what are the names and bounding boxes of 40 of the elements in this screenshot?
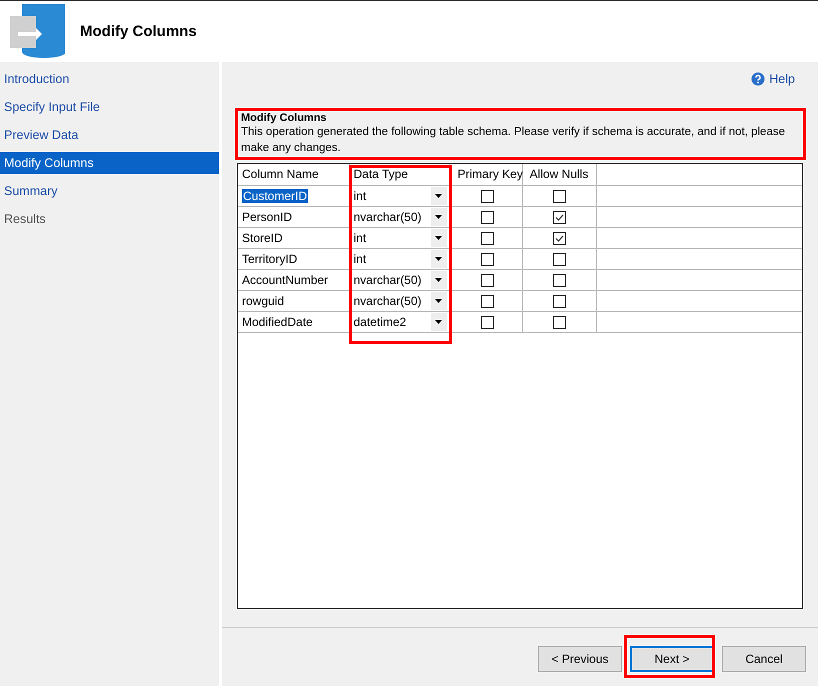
help-icon xyxy=(751,72,766,86)
column-header[interactable]: Data Type xyxy=(349,164,449,185)
table-cell[interactable]: CustomerID xyxy=(242,188,308,202)
checkbox[interactable] xyxy=(552,316,566,329)
nav-item[interactable]: Specify Input File xyxy=(0,96,219,118)
checkbox[interactable] xyxy=(552,294,566,308)
checkbox[interactable] xyxy=(481,252,494,266)
nav-item[interactable]: Summary xyxy=(0,180,219,202)
caret-icon xyxy=(435,194,442,198)
checkbox[interactable] xyxy=(481,274,494,287)
checkbox[interactable] xyxy=(552,274,566,287)
page-title: Modify Columns xyxy=(80,23,197,40)
checkbox[interactable] xyxy=(481,190,494,203)
section-title: Modify Columns xyxy=(241,112,328,124)
section-description: This operation generated the following table schema. Please verify if schema is accurate, and if not, please make any changes. xyxy=(241,125,786,156)
column-header[interactable]: Primary Key xyxy=(449,164,522,185)
wizard-button[interactable]: Next > xyxy=(630,646,714,672)
help-link[interactable]: Help xyxy=(751,68,795,90)
nav-item[interactable]: Modify Columns xyxy=(0,152,219,174)
caret-icon xyxy=(435,278,442,282)
caret-icon xyxy=(435,256,442,260)
column-header[interactable]: Column Name xyxy=(238,164,349,185)
checkbox[interactable] xyxy=(552,232,566,245)
wizard-button[interactable]: Cancel xyxy=(722,646,806,672)
checkbox[interactable] xyxy=(552,190,566,203)
column-header[interactable]: Allow Nulls xyxy=(522,164,596,185)
checkbox[interactable] xyxy=(481,232,494,245)
nav-item[interactable]: Introduction xyxy=(0,68,219,90)
caret-icon xyxy=(435,236,442,240)
caret-icon xyxy=(435,298,442,302)
caret-icon xyxy=(435,320,442,324)
checkbox[interactable] xyxy=(552,210,566,224)
checkbox[interactable] xyxy=(481,316,494,329)
checkbox[interactable] xyxy=(481,210,494,224)
checkbox[interactable] xyxy=(481,294,494,308)
database-import-icon xyxy=(10,4,65,59)
caret-icon xyxy=(435,214,442,218)
wizard-button[interactable]: < Previous xyxy=(538,646,622,672)
checkbox[interactable] xyxy=(552,252,566,266)
nav-item[interactable]: Preview Data xyxy=(0,124,219,146)
